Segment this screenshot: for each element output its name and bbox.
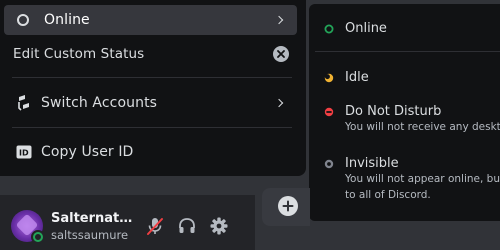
status-ring-icon [17, 14, 29, 26]
display-name[interactable]: Salternato… [51, 211, 133, 226]
switch-accounts-item[interactable]: Switch Accounts [4, 88, 297, 118]
chevron-right-icon [274, 98, 284, 108]
id-badge-icon: ID [15, 143, 33, 161]
headphones-icon[interactable] [176, 215, 198, 237]
clear-x-icon[interactable] [273, 46, 289, 62]
chevron-right-icon [274, 15, 284, 25]
status-option-idle[interactable]: Idle [324, 69, 500, 85]
copy-user-id-item[interactable]: ID Copy User ID [4, 137, 297, 167]
svg-text:ID: ID [19, 149, 29, 158]
status-option-online[interactable]: Online [324, 20, 500, 36]
user-panel: Salternato… saltssaumure [0, 195, 255, 250]
status-option-label: Idle [345, 69, 369, 85]
online-status-indicator [31, 230, 45, 244]
copy-user-id-label: Copy User ID [41, 144, 134, 160]
switch-accounts-label: Switch Accounts [41, 95, 158, 111]
status-popout: Online Edit Custom Status Switch Account… [0, 0, 306, 176]
status-option-invisible[interactable]: Invisible You will not appear online, bu… [324, 155, 500, 203]
online-status-icon [324, 23, 334, 34]
status-option-description: You will not receive any desktop [345, 121, 500, 133]
invisible-status-icon [324, 158, 334, 169]
microphone-muted-icon[interactable] [144, 215, 166, 237]
status-option-label: Invisible [345, 155, 399, 171]
current-status-item[interactable]: Online [4, 5, 297, 35]
current-status-label: Online [44, 12, 90, 28]
status-option-dnd[interactable]: Do Not Disturb You will not receive any … [324, 103, 500, 135]
edit-custom-status-item[interactable]: Edit Custom Status [4, 39, 297, 69]
gear-icon[interactable] [208, 215, 230, 237]
status-option-description: You will not appear online, but [345, 173, 500, 185]
status-option-description: to all of Discord. [345, 189, 431, 201]
edit-custom-status-label: Edit Custom Status [13, 46, 145, 62]
submenu-divider [315, 51, 500, 52]
status-option-label: Do Not Disturb [345, 103, 442, 119]
status-option-label: Online [345, 20, 387, 36]
status-submenu: Online Idle Do Not Disturb You will not … [309, 4, 500, 221]
moon-icon [324, 72, 334, 83]
plus-icon[interactable] [278, 196, 298, 216]
menu-divider [12, 77, 292, 78]
do-not-disturb-icon [324, 106, 334, 117]
menu-divider [12, 127, 292, 128]
username: saltssaumure [51, 228, 129, 242]
switch-accounts-icon [15, 94, 33, 112]
